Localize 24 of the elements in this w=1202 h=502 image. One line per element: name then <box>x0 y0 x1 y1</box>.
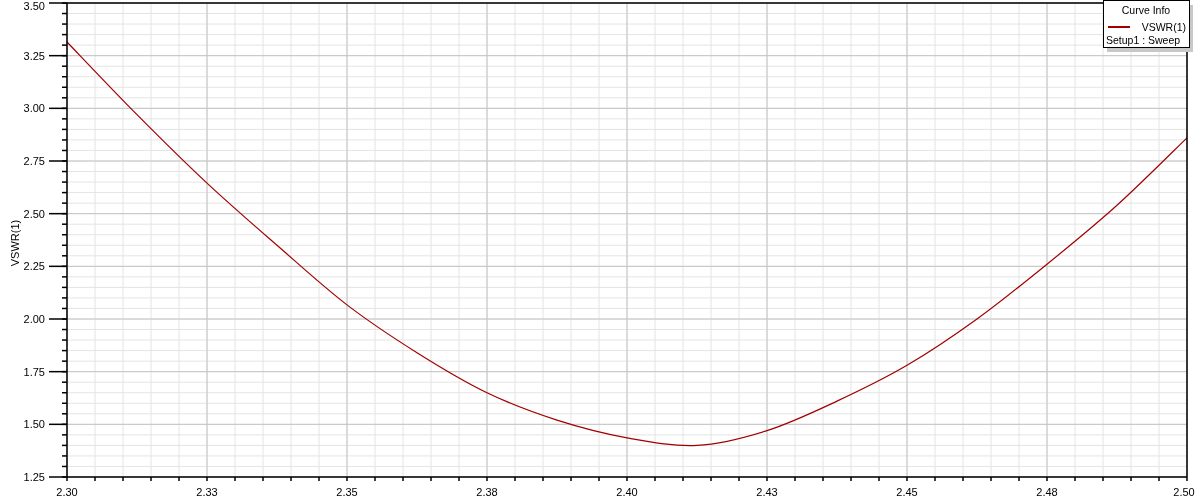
x-tick-label: 2.35 <box>336 486 358 498</box>
y-tick-label: 2.75 <box>23 155 45 167</box>
x-tick-label: 2.30 <box>56 486 78 498</box>
legend-series-name: VSWR(1) <box>1141 21 1186 33</box>
x-tick-label: 2.50 <box>1173 486 1195 498</box>
x-tick-label: 2.43 <box>756 486 778 498</box>
y-tick-label: 1.75 <box>23 365 45 378</box>
legend-line-swatch <box>1107 26 1131 28</box>
legend-setup-label: Setup1 : Sweep <box>1106 34 1181 46</box>
y-tick-label: 1.25 <box>23 471 45 483</box>
x-tick-label: 2.48 <box>1036 486 1058 498</box>
y-tick-label: 3.00 <box>23 102 45 115</box>
y-tick-label: 2.50 <box>23 207 45 220</box>
y-axis-title: VSWR(1) <box>9 219 21 267</box>
legend-title: Curve Info <box>1121 4 1171 16</box>
y-tick-label: 2.00 <box>23 313 45 325</box>
x-tick-label: 2.40 <box>616 486 638 498</box>
x-tick-label: 2.38 <box>476 486 498 498</box>
y-tick-label: 2.25 <box>23 260 45 273</box>
x-tick-label: 2.45 <box>896 486 918 498</box>
y-tick-label: 1.50 <box>23 418 45 431</box>
y-tick-label: 3.25 <box>23 49 45 62</box>
x-tick-label: 2.33 <box>196 486 218 498</box>
y-tick-label: 3.50 <box>23 0 45 12</box>
